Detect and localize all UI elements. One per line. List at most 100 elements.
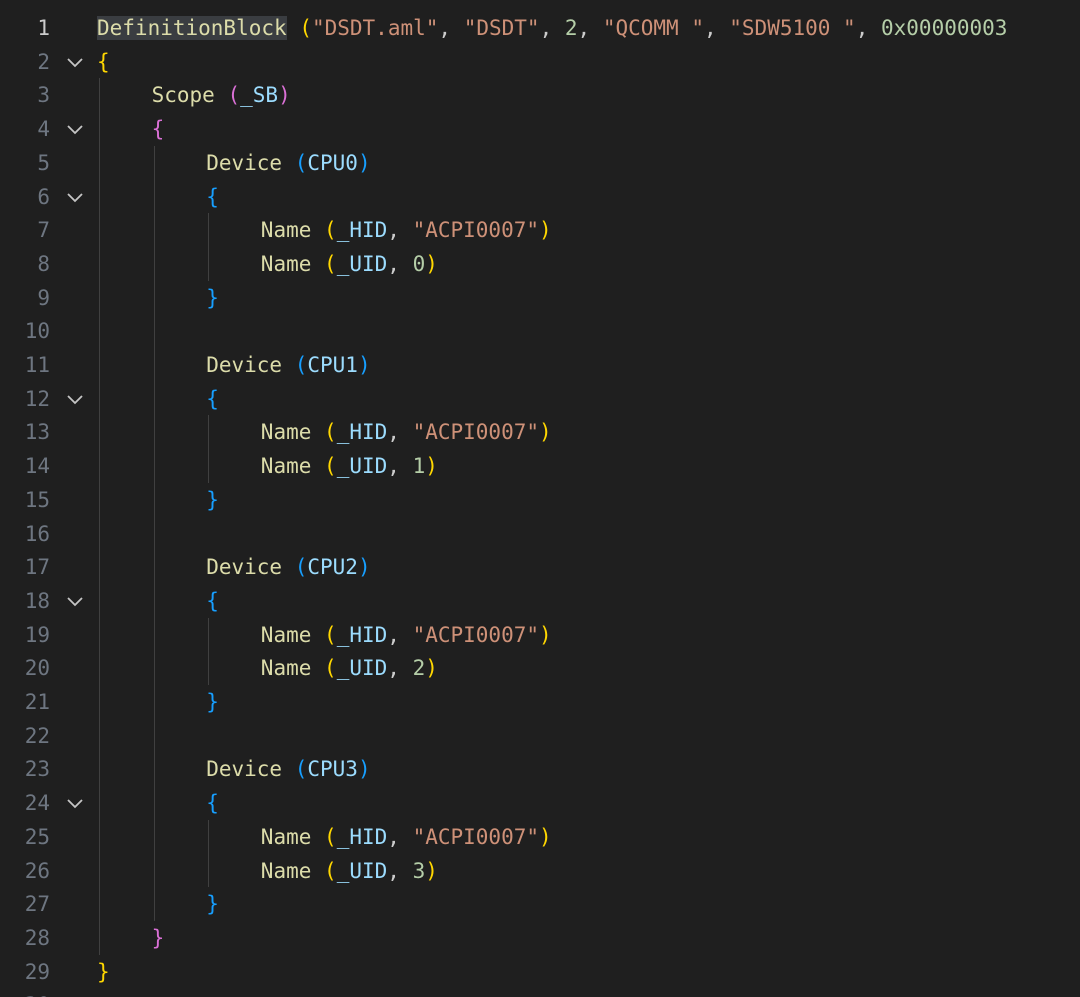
code-token: Name bbox=[260, 251, 312, 276]
code-editor[interactable]: 1 DefinitionBlock ("DSDT.aml", "DSDT", 2,… bbox=[0, 0, 1080, 997]
line-number: 2 bbox=[37, 49, 50, 74]
line-number: 16 bbox=[24, 521, 50, 546]
code-line[interactable]: 20 Name (_UID, 2) bbox=[0, 651, 1080, 685]
code-text: Device (CPU0) bbox=[206, 146, 370, 180]
indent-guide bbox=[99, 78, 100, 955]
fold-chevron-down-icon[interactable] bbox=[64, 584, 86, 618]
code-text: } bbox=[152, 921, 165, 955]
code-token: } bbox=[206, 690, 219, 714]
code-token: ( bbox=[294, 353, 308, 377]
indent-guide bbox=[208, 617, 210, 685]
code-line[interactable]: 5 Device (CPU0) bbox=[0, 146, 1080, 180]
code-text: { bbox=[152, 112, 165, 146]
code-token: { bbox=[206, 386, 219, 411]
code-line[interactable]: 26 Name (_UID, 3) bbox=[0, 854, 1080, 888]
code-token: , bbox=[855, 16, 881, 40]
code-line[interactable]: 17 Device (CPU2) bbox=[0, 550, 1080, 584]
code-text: { bbox=[206, 382, 219, 416]
code-text: } bbox=[206, 483, 219, 517]
code-text: Device (CPU2) bbox=[206, 550, 370, 584]
fold-chevron-down-icon[interactable] bbox=[64, 180, 86, 214]
code-token: Name bbox=[260, 218, 312, 243]
code-token: ( bbox=[324, 824, 337, 849]
code-line[interactable]: 13 Name (_HID, "ACPI0007") bbox=[0, 415, 1080, 449]
code-token: } bbox=[206, 285, 219, 310]
code-line[interactable]: 10 bbox=[0, 314, 1080, 348]
code-line[interactable]: 22 bbox=[0, 719, 1080, 753]
code-line[interactable]: 1 DefinitionBlock ("DSDT.aml", "DSDT", 2,… bbox=[0, 11, 1080, 45]
line-number: 3 bbox=[37, 83, 50, 108]
code-line[interactable]: 25 Name (_HID, "ACPI0007") bbox=[0, 820, 1080, 854]
code-token: ) bbox=[425, 858, 438, 883]
code-token: _HID bbox=[336, 622, 388, 647]
code-line[interactable]: 3 Scope (_SB) bbox=[0, 78, 1080, 112]
code-line[interactable]: 19 Name (_HID, "ACPI0007") bbox=[0, 618, 1080, 652]
code-token: Name bbox=[260, 656, 312, 681]
code-line[interactable]: 8 Name (_UID, 0) bbox=[0, 247, 1080, 281]
code-token: CPU2 bbox=[307, 555, 358, 580]
fold-chevron-down-icon[interactable] bbox=[64, 382, 86, 416]
code-line[interactable]: 27} bbox=[0, 887, 1080, 921]
code-text: Name (_UID, 0) bbox=[261, 247, 438, 281]
code-token: ) bbox=[357, 353, 371, 377]
code-token: _UID bbox=[336, 454, 388, 479]
code-text: Name (_UID, 1) bbox=[261, 449, 438, 483]
code-token: "ACPI0007" bbox=[412, 824, 539, 849]
fold-chevron-down-icon[interactable] bbox=[64, 786, 86, 820]
code-text: } bbox=[206, 281, 219, 315]
fold-chevron-down-icon[interactable] bbox=[64, 112, 86, 146]
code-token: ( bbox=[324, 218, 337, 243]
code-token: { bbox=[151, 117, 165, 142]
line-number: 28 bbox=[24, 925, 50, 950]
code-text: Device (CPU3) bbox=[206, 752, 370, 786]
code-line[interactable]: 18 { bbox=[0, 584, 1080, 618]
code-token: Device bbox=[206, 353, 283, 377]
code-line[interactable]: 21} bbox=[0, 685, 1080, 719]
code-line[interactable]: 15} bbox=[0, 483, 1080, 517]
code-token: ) bbox=[357, 757, 371, 782]
line-number: 25 bbox=[24, 824, 50, 849]
line-number: 1 bbox=[37, 16, 50, 40]
code-token: , bbox=[387, 656, 413, 681]
code-line[interactable]: 7 Name (_HID, "ACPI0007") bbox=[0, 213, 1080, 247]
code-token: , bbox=[703, 16, 730, 40]
code-text: Device (CPU1) bbox=[206, 348, 370, 382]
code-token: "QCOMM " bbox=[602, 16, 704, 40]
code-token: , bbox=[387, 251, 413, 276]
code-line[interactable]: 12 { bbox=[0, 382, 1080, 416]
code-line[interactable]: 14 Name (_UID, 1) bbox=[0, 449, 1080, 483]
line-number: 22 bbox=[24, 723, 50, 748]
code-line[interactable]: 2{ bbox=[0, 45, 1080, 79]
code-token: ( bbox=[324, 454, 337, 479]
code-line[interactable]: 23 Device (CPU3) bbox=[0, 752, 1080, 786]
code-line[interactable]: 24 { bbox=[0, 786, 1080, 820]
code-token: , bbox=[387, 622, 413, 647]
code-line[interactable]: 30 bbox=[0, 988, 1080, 997]
line-number: 26 bbox=[24, 858, 50, 883]
code-token: , bbox=[387, 420, 413, 445]
code-line[interactable]: 4{ bbox=[0, 112, 1080, 146]
line-number: 30 bbox=[0, 988, 50, 997]
code-text: } bbox=[206, 887, 219, 921]
code-line[interactable]: 29} bbox=[0, 955, 1080, 989]
code-token: { bbox=[97, 49, 110, 74]
code-text: { bbox=[97, 45, 110, 79]
code-line[interactable]: 28} bbox=[0, 921, 1080, 955]
line-number: 21 bbox=[24, 690, 50, 714]
code-token: ) bbox=[357, 555, 371, 580]
code-text: Name (_HID, "ACPI0007") bbox=[261, 820, 552, 854]
code-token: _HID bbox=[336, 218, 388, 243]
code-token: _HID bbox=[336, 420, 388, 445]
code-line[interactable]: 16 bbox=[0, 517, 1080, 551]
fold-chevron-down-icon[interactable] bbox=[64, 45, 86, 79]
code-line[interactable]: 6{ bbox=[0, 180, 1080, 214]
code-line[interactable]: 11 Device (CPU1) bbox=[0, 348, 1080, 382]
code-token: ) bbox=[425, 656, 438, 681]
code-line[interactable]: 9} bbox=[0, 281, 1080, 315]
code-token: CPU1 bbox=[307, 353, 358, 377]
